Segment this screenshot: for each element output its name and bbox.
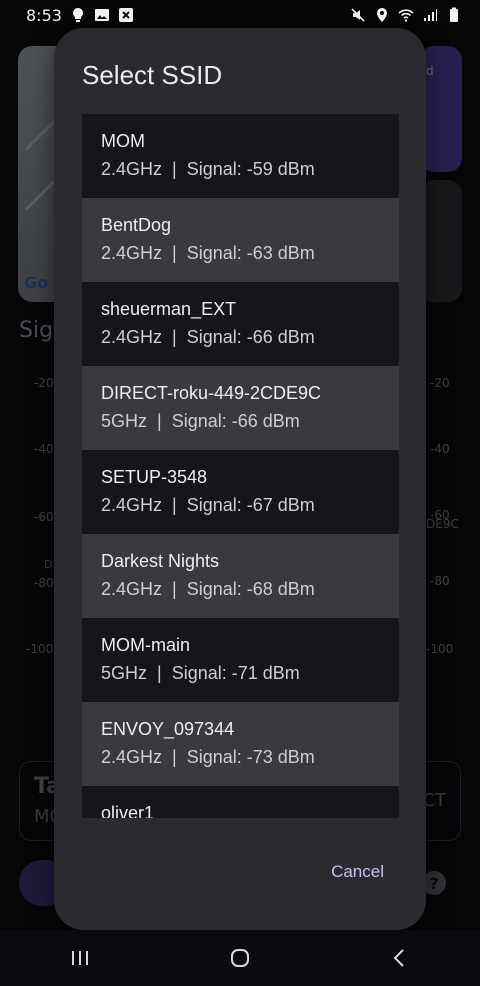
ssid-band: 2.4GHz [101, 495, 163, 515]
ssid-signal: Signal: -63 dBm [186, 243, 315, 263]
clock: 8:53 [26, 5, 62, 25]
ssid-band: 2.4GHz [101, 747, 163, 767]
back-button[interactable] [380, 938, 420, 978]
ssid-list[interactable]: MOM 2.4GHz | Signal: -59 dBm BentDog 2.4… [82, 114, 399, 818]
select-ssid-dialog: Select SSID MOM 2.4GHz | Signal: -59 dBm… [54, 28, 426, 930]
signal-icon [422, 7, 438, 23]
ssid-list-item[interactable]: sheuerman_EXT 2.4GHz | Signal: -66 dBm [82, 282, 399, 366]
battery-icon [446, 7, 462, 23]
ssid-signal: Signal: -67 dBm [186, 495, 315, 515]
ssid-detail: 5GHz | Signal: -66 dBm [101, 411, 300, 431]
ssid-band: 2.4GHz [101, 579, 163, 599]
ssid-name: BentDog [101, 215, 172, 235]
navigation-bar [0, 930, 480, 986]
ssid-detail: 2.4GHz | Signal: -66 dBm [101, 327, 315, 347]
ssid-signal: Signal: -66 dBm [171, 411, 300, 431]
ssid-signal: Signal: -59 dBm [186, 159, 315, 179]
ssid-band: 2.4GHz [101, 243, 163, 263]
ssid-list-item[interactable]: Darkest Nights 2.4GHz | Signal: -68 dBm [82, 534, 399, 618]
ssid-name: ENVOY_097344 [101, 719, 235, 739]
ssid-detail: 2.4GHz | Signal: -63 dBm [101, 243, 315, 263]
status-right [350, 7, 462, 23]
gallery-icon [94, 7, 110, 23]
ssid-name: SETUP-3548 [101, 467, 208, 487]
home-icon [231, 949, 249, 967]
ssid-name: sheuerman_EXT [101, 299, 237, 319]
ssid-detail: 2.4GHz | Signal: -67 dBm [101, 495, 315, 515]
dialog-title: Select SSID [82, 60, 223, 90]
ssid-signal: Signal: -66 dBm [186, 327, 315, 347]
ssid-band: 2.4GHz [101, 327, 163, 347]
home-button[interactable] [220, 938, 260, 978]
ssid-name: DIRECT-roku-449-2CDE9C [101, 383, 322, 403]
ssid-list-item[interactable]: BentDog 2.4GHz | Signal: -63 dBm [82, 198, 399, 282]
ssid-detail: 2.4GHz | Signal: -59 dBm [101, 159, 315, 179]
ssid-band: 5GHz [101, 663, 148, 683]
ssid-signal: Signal: -71 dBm [171, 663, 300, 683]
back-icon [393, 949, 404, 967]
location-icon [374, 7, 390, 23]
ssid-list-item[interactable]: DIRECT-roku-449-2CDE9C 5GHz | Signal: -6… [82, 366, 399, 450]
ssid-list-item[interactable]: ENVOY_097344 2.4GHz | Signal: -73 dBm [82, 702, 399, 786]
bulb-icon [70, 7, 86, 23]
ssid-list-item[interactable]: MOM 2.4GHz | Signal: -59 dBm [82, 114, 399, 198]
ssid-name: MOM [101, 131, 145, 151]
ssid-detail: 5GHz | Signal: -71 dBm [101, 663, 300, 683]
status-left: 8:53 [26, 6, 134, 25]
ssid-detail: 2.4GHz | Signal: -68 dBm [101, 579, 315, 599]
mute-icon [350, 7, 366, 23]
ssid-detail: 2.4GHz | Signal: -73 dBm [101, 747, 315, 767]
wifi-icon [398, 7, 414, 23]
ssid-signal: Signal: -73 dBm [186, 747, 315, 767]
ssid-list-item[interactable]: MOM-main 5GHz | Signal: -71 dBm [82, 618, 399, 702]
ssid-band: 2.4GHz [101, 159, 163, 179]
cancel-button[interactable]: Cancel [331, 862, 384, 882]
ssid-list-item[interactable]: oliver1 [82, 786, 399, 818]
ssid-name: oliver1 [101, 803, 155, 818]
recents-icon [72, 951, 88, 965]
ssid-list-item[interactable]: SETUP-3548 2.4GHz | Signal: -67 dBm [82, 450, 399, 534]
status-bar: 8:53 [0, 0, 480, 30]
ssid-name: MOM-main [101, 635, 190, 655]
x-box-icon [118, 7, 134, 23]
ssid-band: 5GHz [101, 411, 148, 431]
ssid-name: Darkest Nights [101, 551, 220, 571]
recents-button[interactable] [60, 938, 100, 978]
ssid-signal: Signal: -68 dBm [186, 579, 315, 599]
